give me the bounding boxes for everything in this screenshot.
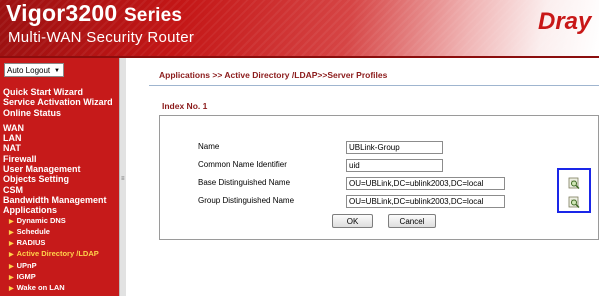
name-label: Name <box>198 142 220 151</box>
triangle-right-icon: ▶ <box>9 229 14 236</box>
triangle-right-icon: ▶ <box>9 263 14 270</box>
cancel-button[interactable]: Cancel <box>388 214 436 228</box>
group-dn-field[interactable] <box>346 195 505 208</box>
sidebar-item-user-management[interactable]: User Management <box>3 164 113 174</box>
ok-button[interactable]: OK <box>332 214 373 228</box>
sidebar-subitem-wake-on-lan[interactable]: ▶ Wake on LAN <box>3 283 113 294</box>
common-name-identifier-label: Common Name Identifier <box>198 160 287 169</box>
sidebar-item-bandwidth-management[interactable]: Bandwidth Management <box>3 195 113 205</box>
sidebar-subitem-igmp[interactable]: ▶ IGMP <box>3 272 113 283</box>
common-name-identifier-field[interactable] <box>346 159 443 172</box>
triangle-right-icon: ▶ <box>9 241 14 248</box>
sidebar-item-service-activation-wizard[interactable]: Service Activation Wizard <box>3 97 113 107</box>
group-dn-label: Group Distinguished Name <box>198 196 295 205</box>
sidebar-item-objects-setting[interactable]: Objects Setting <box>3 174 113 184</box>
sidebar-subitem-label: Active Directory /LDAP <box>16 249 99 259</box>
sidebar-item-firewall[interactable]: Firewall <box>3 154 113 164</box>
sidebar-subitem-label: Schedule <box>16 226 50 236</box>
main-content: Applications >> Active Directory /LDAP>>… <box>127 58 599 296</box>
product-series: Series <box>123 5 183 26</box>
sidebar-subitem-upnp[interactable]: ▶ UPnP <box>3 261 113 272</box>
sidebar-subitem-label: Dynamic DNS <box>16 215 66 225</box>
sidebar-subitem-active-directory-ldap[interactable]: ▶ Active Directory /LDAP <box>3 249 113 260</box>
chevron-down-icon: ▼ <box>54 68 60 74</box>
base-dn-field[interactable] <box>346 177 505 190</box>
sidebar-subitem-label: RADIUS <box>16 238 46 248</box>
profile-form-panel: Name Common Name Identifier Base Disting… <box>159 115 599 240</box>
auto-logout-select[interactable]: Auto Logout ▼ <box>4 63 64 77</box>
sidebar: Auto Logout ▼ Quick Start Wizard Service… <box>0 58 119 296</box>
sidebar-subitem-dynamic-dns[interactable]: ▶ Dynamic DNS <box>3 216 113 227</box>
name-field[interactable] <box>346 141 443 154</box>
sidebar-subitem-schedule[interactable]: ▶ Schedule <box>3 227 113 238</box>
sidebar-subitem-label: Wake on LAN <box>16 283 65 293</box>
brand-logo: Dray <box>538 8 592 35</box>
sidebar-item-lan[interactable]: LAN <box>3 133 113 143</box>
sidebar-subitem-radius[interactable]: ▶ RADIUS <box>3 238 113 249</box>
header-banner: Vigor3200 Series Multi-WAN Security Rout… <box>0 0 599 56</box>
sidebar-item-applications[interactable]: Applications <box>3 205 113 215</box>
sidebar-subitem-label: UPnP <box>16 260 37 270</box>
sidebar-item-wan[interactable]: WAN <box>3 123 113 133</box>
scroll-grip-icon: ≡ <box>121 176 125 182</box>
triangle-right-icon: ▶ <box>9 252 14 259</box>
base-dn-search-icon[interactable] <box>568 177 580 189</box>
sidebar-item-quick-start-wizard[interactable]: Quick Start Wizard <box>3 87 113 97</box>
sidebar-nav: Quick Start Wizard Service Activation Wi… <box>3 87 113 295</box>
group-dn-search-icon[interactable] <box>568 196 580 208</box>
triangle-right-icon: ▶ <box>9 275 14 282</box>
triangle-right-icon: ▶ <box>9 218 14 225</box>
breadcrumb: Applications >> Active Directory /LDAP>>… <box>159 70 388 80</box>
sidebar-item-online-status[interactable]: Online Status <box>3 108 113 118</box>
sidebar-subitem-label: IGMP <box>16 272 36 282</box>
sidebar-scrollbar[interactable]: ≡ <box>119 58 126 296</box>
breadcrumb-divider <box>149 85 599 86</box>
product-model: Vigor3200 <box>6 0 118 26</box>
product-subtitle: Multi-WAN Security Router <box>8 29 195 46</box>
sidebar-item-csm[interactable]: CSM <box>3 185 113 195</box>
index-title: Index No. 1 <box>162 101 208 111</box>
base-dn-label: Base Distinguished Name <box>198 178 291 187</box>
triangle-right-icon: ▶ <box>9 286 14 293</box>
auto-logout-label: Auto Logout <box>7 66 51 75</box>
product-name: Vigor3200 Series <box>6 0 182 27</box>
sidebar-item-nat[interactable]: NAT <box>3 143 113 153</box>
